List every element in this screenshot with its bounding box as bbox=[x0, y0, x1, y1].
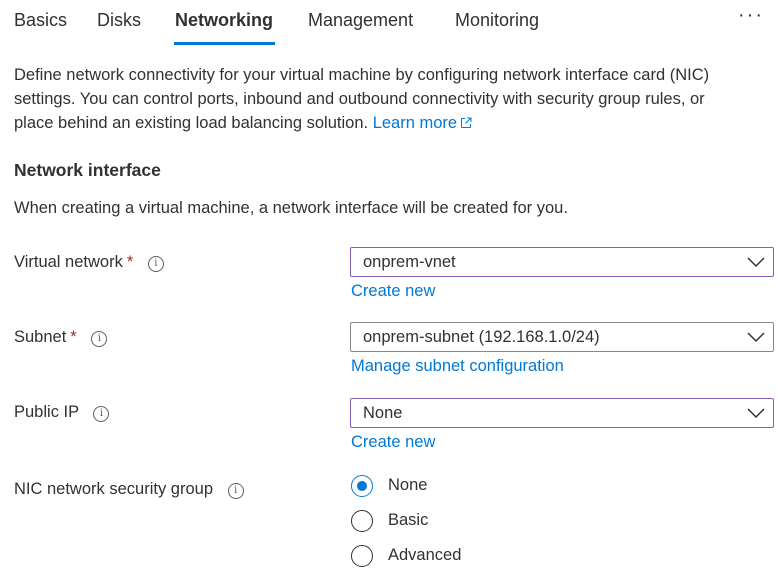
nsg-option-advanced-label: Advanced bbox=[388, 546, 462, 564]
subnet-value: onprem-subnet (192.168.1.0/24) bbox=[363, 328, 600, 346]
chevron-down-icon bbox=[747, 408, 765, 419]
network-interface-heading: Network interface bbox=[14, 160, 161, 180]
required-asterisk: * bbox=[70, 328, 77, 346]
tab-networking[interactable]: Networking bbox=[175, 10, 273, 31]
description-line-3: place behind an existing load balancing … bbox=[14, 114, 369, 132]
info-icon[interactable]: i bbox=[91, 331, 108, 347]
public-ip-select[interactable]: None bbox=[350, 398, 774, 428]
public-ip-label-row: Public IP i bbox=[14, 403, 110, 422]
virtual-network-label: Virtual network bbox=[14, 253, 123, 271]
radio-button[interactable] bbox=[351, 510, 373, 532]
radio-button[interactable] bbox=[351, 545, 373, 567]
description-line-1: Define network connectivity for your vir… bbox=[14, 66, 710, 84]
virtual-network-select[interactable]: onprem-vnet bbox=[350, 247, 774, 277]
more-options-icon[interactable]: ··· bbox=[738, 4, 764, 27]
virtual-network-label-row: Virtual network * i bbox=[14, 253, 164, 272]
tab-bar: Basics Disks Networking Management Monit… bbox=[0, 0, 778, 46]
public-ip-label: Public IP bbox=[14, 403, 79, 421]
subnet-select[interactable]: onprem-subnet (192.168.1.0/24) bbox=[350, 322, 774, 352]
networking-description: Define network connectivity for your vir… bbox=[14, 63, 774, 135]
subnet-label: Subnet bbox=[14, 328, 67, 346]
nsg-option-none-label: None bbox=[388, 476, 428, 494]
tab-disks[interactable]: Disks bbox=[97, 10, 141, 31]
create-new-public-ip-link[interactable]: Create new bbox=[351, 433, 435, 452]
tab-monitoring[interactable]: Monitoring bbox=[455, 10, 539, 31]
required-asterisk: * bbox=[126, 253, 134, 271]
tab-basics[interactable]: Basics bbox=[14, 10, 67, 31]
chevron-down-icon bbox=[747, 332, 765, 343]
info-icon[interactable]: i bbox=[227, 483, 244, 499]
public-ip-value: None bbox=[363, 404, 403, 422]
active-tab-indicator bbox=[174, 42, 275, 45]
chevron-down-icon bbox=[747, 257, 765, 268]
subnet-label-row: Subnet * i bbox=[14, 328, 108, 347]
description-line-2: settings. You can control ports, inbound… bbox=[14, 90, 705, 108]
learn-more-label: Learn more bbox=[372, 114, 458, 132]
info-icon[interactable]: i bbox=[147, 256, 164, 272]
create-new-vnet-link[interactable]: Create new bbox=[351, 282, 435, 301]
manage-subnet-link[interactable]: Manage subnet configuration bbox=[351, 357, 564, 376]
nic-nsg-label: NIC network security group bbox=[14, 480, 213, 498]
radio-button-checked[interactable] bbox=[351, 475, 373, 497]
nsg-option-basic-label: Basic bbox=[388, 511, 429, 529]
nic-nsg-label-row: NIC network security group i bbox=[14, 480, 244, 499]
external-link-icon bbox=[461, 117, 472, 128]
info-icon[interactable]: i bbox=[93, 406, 110, 422]
learn-more-link[interactable]: Learn more bbox=[373, 114, 472, 132]
network-interface-description: When creating a virtual machine, a netwo… bbox=[14, 199, 568, 217]
virtual-network-value: onprem-vnet bbox=[363, 253, 456, 271]
tab-management[interactable]: Management bbox=[308, 10, 413, 31]
